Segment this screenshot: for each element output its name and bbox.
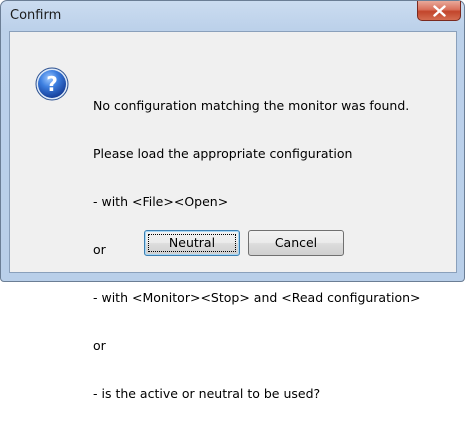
svg-text:?: ? [46, 72, 58, 96]
close-button[interactable] [417, 1, 461, 21]
window-title: Confirm [10, 8, 62, 23]
focus-ring [148, 234, 236, 252]
message-line: No configuration matching the monitor wa… [93, 98, 410, 113]
message-line: - is the active or neutral to be used? [93, 386, 321, 401]
close-x-icon [433, 5, 446, 17]
message-line: - with <Monitor><Stop> and <Read configu… [93, 290, 421, 305]
dialog-content: ? No configuration matching the monitor … [9, 31, 457, 401]
cancel-button-label: Cancel [274, 235, 318, 250]
neutral-button[interactable]: Neutral [144, 230, 240, 256]
title-bar[interactable]: Confirm [1, 1, 464, 31]
message-line: or [93, 338, 106, 353]
confirm-dialog-window: Confirm ? No configuration matching the … [0, 0, 465, 401]
cancel-button[interactable]: Cancel [248, 230, 344, 256]
question-icon: ? [35, 67, 69, 101]
message-line: Please load the appropriate configuratio… [93, 146, 353, 161]
message-line: - with <File><Open> [93, 194, 229, 209]
